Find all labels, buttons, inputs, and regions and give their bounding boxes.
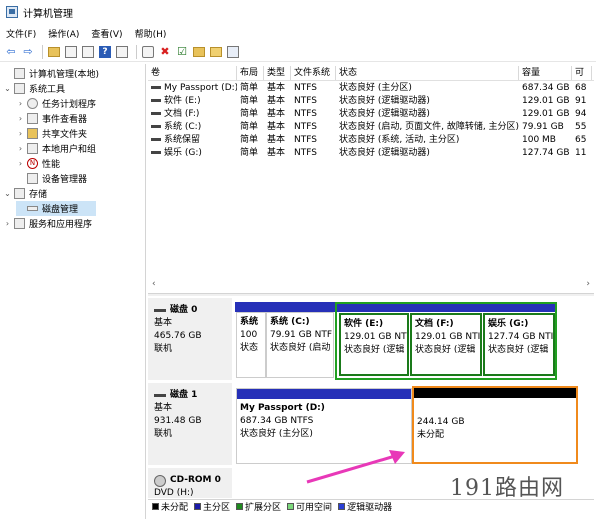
toolbar: ⇦ ⇨ ? ✖ ☑ <box>0 42 596 62</box>
chevron-down-icon: ⌄ <box>4 189 11 198</box>
window-title: 计算机管理 <box>23 8 73 20</box>
tree-performance[interactable]: › N 性能 <box>16 156 60 171</box>
legend-primary: 主分区 <box>194 500 230 513</box>
scroll-left-icon[interactable]: ‹ <box>152 279 156 289</box>
menu-bar: 文件(F) 操作(A) 查看(V) 帮助(H) <box>0 24 596 42</box>
unallocated-space[interactable]: 244.14 GB 未分配 <box>412 386 578 464</box>
column-header[interactable]: 类型 <box>264 66 291 80</box>
column-header[interactable]: 文件系统 <box>291 66 336 80</box>
partition-g[interactable]: 娱乐 (G:) 127.74 GB NTI 状态良好 (逻辑 <box>483 313 555 376</box>
menu-file[interactable]: 文件(F) <box>6 27 36 40</box>
tree-task-scheduler[interactable]: › 任务计划程序 <box>16 96 96 111</box>
volume-table: My Passport (D:) 简单 基本 NTFS 状态良好 (主分区) 687.34… <box>148 82 594 160</box>
watermark-text: 191路由网 <box>450 476 564 501</box>
column-header[interactable]: 卷 <box>148 66 237 80</box>
tree-system-tools[interactable]: ⌄ 系统工具 <box>3 81 65 96</box>
scroll-right-icon[interactable]: › <box>586 279 590 289</box>
forward-arrow-icon[interactable]: ⇨ <box>21 45 35 59</box>
export-icon[interactable] <box>81 45 95 59</box>
chevron-right-icon: › <box>18 114 23 123</box>
folder-icon[interactable] <box>192 45 206 59</box>
storage-icon <box>14 188 25 199</box>
legend-unallocated: 未分配 <box>152 500 188 513</box>
connect-icon[interactable] <box>141 45 155 59</box>
column-header[interactable]: 布局 <box>237 66 264 80</box>
table-row[interactable]: 系统保留 简单 基本 NTFS 状态良好 (系统, 活动, 主分区) 100 MB 65 <box>148 134 594 147</box>
performance-icon: N <box>27 158 38 169</box>
disk1-label[interactable]: 磁盘 1 基本 931.48 GB 联机 <box>148 383 232 465</box>
table-row[interactable]: 软件 (E:) 简单 基本 NTFS 状态良好 (逻辑驱动器) 129.01 GB 91 <box>148 95 594 108</box>
legend-free: 可用空间 <box>287 500 332 513</box>
list-view-icon[interactable] <box>226 45 240 59</box>
chevron-right-icon: › <box>18 159 23 168</box>
disk1-type: 基本 <box>154 403 173 413</box>
title-bar: 计算机管理 <box>0 0 596 24</box>
properties-icon[interactable] <box>115 45 129 59</box>
column-header[interactable]: 容量 <box>519 66 572 80</box>
shared-folder-icon <box>27 128 38 139</box>
horizontal-scrollbar[interactable]: ‹ › <box>148 278 594 290</box>
menu-help[interactable]: 帮助(H) <box>135 27 167 40</box>
cdrom-label[interactable]: CD-ROM 0 DVD (H:) <box>148 468 232 498</box>
toolbar-separator <box>136 44 137 59</box>
disk0-size: 465.76 GB <box>154 331 202 341</box>
chevron-right-icon: › <box>5 219 10 228</box>
users-icon <box>27 143 38 154</box>
tree-device-manager[interactable]: 设备管理器 <box>16 171 87 186</box>
disk0-type: 基本 <box>154 318 173 328</box>
tree-disk-management[interactable]: 磁盘管理 <box>16 201 96 216</box>
table-row[interactable]: 系统 (C:) 简单 基本 NTFS 状态良好 (启动, 页面文件, 故障转储, 主分区… <box>148 121 594 134</box>
legend-logical: 逻辑驱动器 <box>338 500 392 513</box>
tree-services[interactable]: › 服务和应用程序 <box>3 216 92 231</box>
partition-system-reserved[interactable]: 系统 100 状态 <box>236 312 266 378</box>
event-log-icon <box>27 113 38 124</box>
pane-splitter[interactable] <box>148 293 594 296</box>
clock-icon <box>27 98 38 109</box>
column-header[interactable]: 可 <box>572 66 592 80</box>
disk1-status: 联机 <box>154 429 173 439</box>
tree-shared-folders[interactable]: › 共享文件夹 <box>16 126 87 141</box>
tree-event-viewer[interactable]: › 事件查看器 <box>16 111 87 126</box>
disk1-size: 931.48 GB <box>154 416 202 426</box>
navigation-tree: 计算机管理(本地) ⌄ 系统工具 › 任务计划程序 › 事件查看器 › 共享文件夹 › 本… <box>0 64 146 519</box>
table-row[interactable]: 文档 (F:) 简单 基本 NTFS 状态良好 (逻辑驱动器) 129.01 GB 94 <box>148 108 594 121</box>
services-icon <box>14 218 25 229</box>
toolbar-separator <box>42 44 43 59</box>
partition-e[interactable]: 软件 (E:) 129.01 GB NT 状态良好 (逻辑 <box>339 313 409 376</box>
chevron-right-icon: › <box>18 144 23 153</box>
menu-action[interactable]: 操作(A) <box>48 27 79 40</box>
disk0-label[interactable]: 磁盘 0 基本 465.76 GB 联机 <box>148 298 232 380</box>
device-manager-icon <box>27 173 38 184</box>
tree-storage[interactable]: ⌄ 存储 <box>3 186 47 201</box>
volume-table-header: 卷 布局 类型 文件系统 状态 容量 可 <box>148 66 594 81</box>
disk-icon <box>27 206 38 211</box>
show-tree-icon[interactable] <box>64 45 78 59</box>
tree-root[interactable]: 计算机管理(本地) <box>3 66 99 81</box>
annotation-arrow <box>306 450 405 484</box>
back-arrow-icon[interactable]: ⇦ <box>4 45 18 59</box>
folder-open-icon[interactable] <box>209 45 223 59</box>
computer-management-icon <box>6 6 18 18</box>
chevron-down-icon: ⌄ <box>4 84 11 93</box>
check-icon[interactable]: ☑ <box>175 45 189 59</box>
chevron-right-icon: › <box>18 99 23 108</box>
menu-view[interactable]: 查看(V) <box>91 27 122 40</box>
delete-icon[interactable]: ✖ <box>158 45 172 59</box>
tools-icon <box>14 83 25 94</box>
up-folder-icon[interactable] <box>47 45 61 59</box>
help-icon[interactable]: ? <box>98 45 112 59</box>
cdrom-name: CD-ROM 0 <box>154 474 232 487</box>
disk0-name: 磁盘 0 <box>154 304 232 317</box>
column-header[interactable]: 状态 <box>336 66 519 80</box>
disk0-status: 联机 <box>154 344 173 354</box>
chevron-right-icon: › <box>18 129 23 138</box>
partition-f[interactable]: 文档 (F:) 129.01 GB NTI 状态良好 (逻辑 <box>410 313 482 376</box>
computer-icon <box>14 68 25 79</box>
table-row[interactable]: 娱乐 (G:) 简单 基本 NTFS 状态良好 (逻辑驱动器) 127.74 GB 11 <box>148 147 594 160</box>
disk1-name: 磁盘 1 <box>154 389 232 402</box>
tree-local-users[interactable]: › 本地用户和组 <box>16 141 96 156</box>
legend-extended: 扩展分区 <box>236 500 281 513</box>
partition-c[interactable]: 系统 (C:) 79.91 GB NTF 状态良好 (启动 <box>266 312 334 378</box>
table-row[interactable]: My Passport (D:) 简单 基本 NTFS 状态良好 (主分区) 687.34… <box>148 82 594 95</box>
